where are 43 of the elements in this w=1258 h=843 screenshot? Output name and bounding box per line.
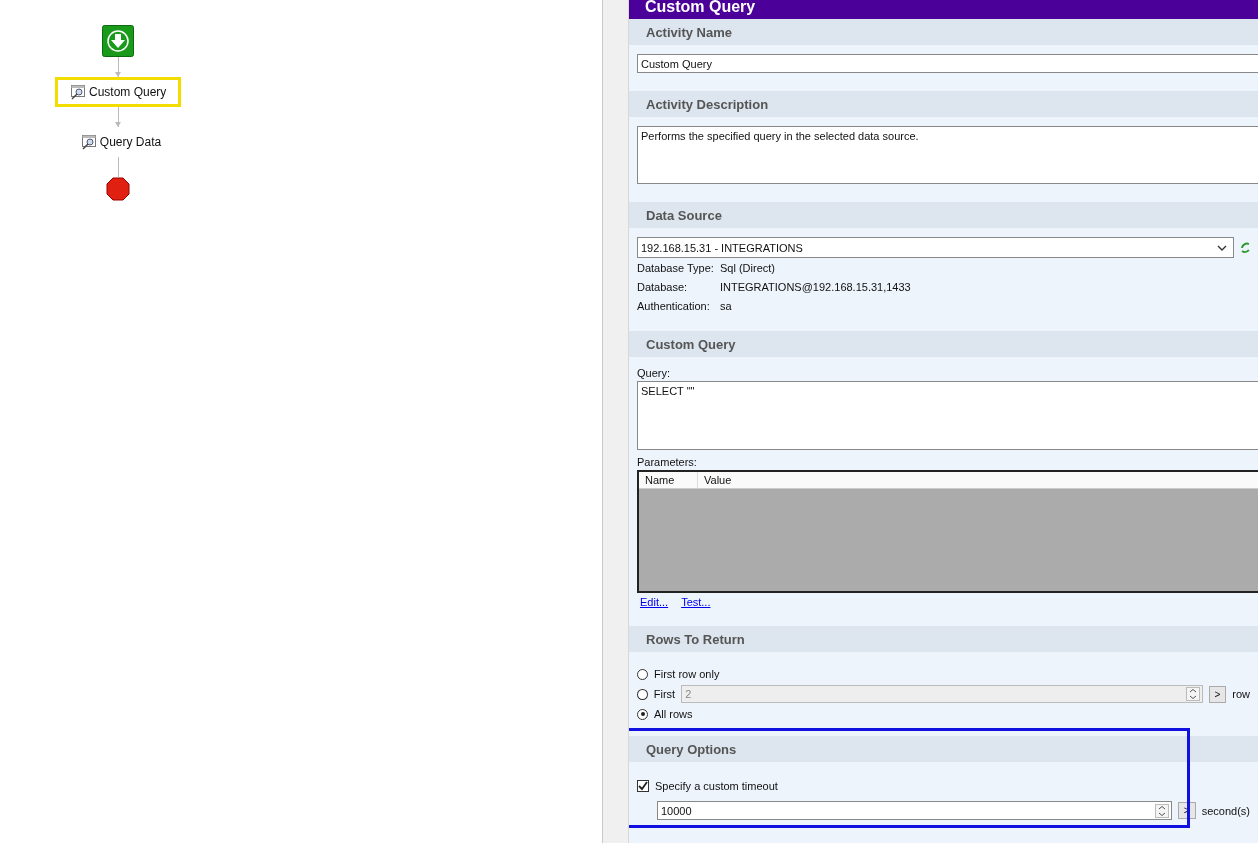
- section-title: Activity Description: [646, 96, 769, 112]
- chevron-down-icon: [1217, 244, 1228, 251]
- checkbox[interactable]: [637, 780, 649, 792]
- refresh-icon: [1240, 240, 1250, 255]
- start-icon: [102, 25, 134, 57]
- stop-icon: [106, 177, 130, 201]
- column-header[interactable]: Value: [698, 472, 732, 488]
- panel-title: Custom Query: [645, 0, 756, 14]
- spinner-arrows-icon: [1185, 687, 1200, 701]
- detail-value: sa: [720, 299, 732, 312]
- data-source-dropdown[interactable]: 192.168.15.31 - INTEGRATIONS: [637, 237, 1235, 258]
- section-title: Data Source: [646, 207, 722, 223]
- parameters-label: Parameters:: [637, 456, 698, 468]
- activity-node[interactable]: Custom Query: [55, 77, 181, 107]
- unit-label: row: [1232, 688, 1250, 700]
- query-label: Query:: [637, 367, 671, 379]
- option-label: All rows: [654, 708, 693, 720]
- name-field[interactable]: Custom Query: [637, 54, 1258, 73]
- radio-button[interactable]: [637, 668, 648, 680]
- radio-button[interactable]: [637, 708, 648, 720]
- timeout-field[interactable]: 10000: [657, 801, 1172, 820]
- section-title: Custom Query: [646, 336, 736, 352]
- detail-label: Database Type:: [637, 261, 715, 274]
- description-field[interactable]: Performs the specified query in the selected data source.: [637, 126, 1258, 184]
- checkbox-label: Specify a custom timeout: [655, 780, 778, 792]
- query-window-icon: [80, 134, 97, 150]
- detail-value: INTEGRATIONS@192.168.15.31,1433: [720, 280, 911, 293]
- column-header[interactable]: Name: [639, 472, 698, 488]
- section-title: Query Options: [646, 741, 737, 757]
- option-label: First: [653, 688, 676, 700]
- link[interactable]: Test...: [681, 596, 711, 608]
- query-window-icon: [70, 84, 86, 100]
- spinner-arrows-icon: [1154, 803, 1169, 818]
- unit-label: second(s): [1201, 804, 1250, 817]
- detail-label: Database:: [637, 280, 689, 293]
- link[interactable]: Edit...: [640, 596, 669, 608]
- detail-label: Authentication:: [637, 299, 711, 312]
- section-title: Activity Name: [646, 24, 732, 40]
- checkmark-icon: [638, 781, 648, 791]
- section-title: Rows To Return: [646, 631, 745, 647]
- option-label: First row only: [654, 668, 720, 680]
- detail-value: Sql (Direct): [720, 261, 775, 274]
- query-field[interactable]: SELECT "": [637, 381, 1258, 450]
